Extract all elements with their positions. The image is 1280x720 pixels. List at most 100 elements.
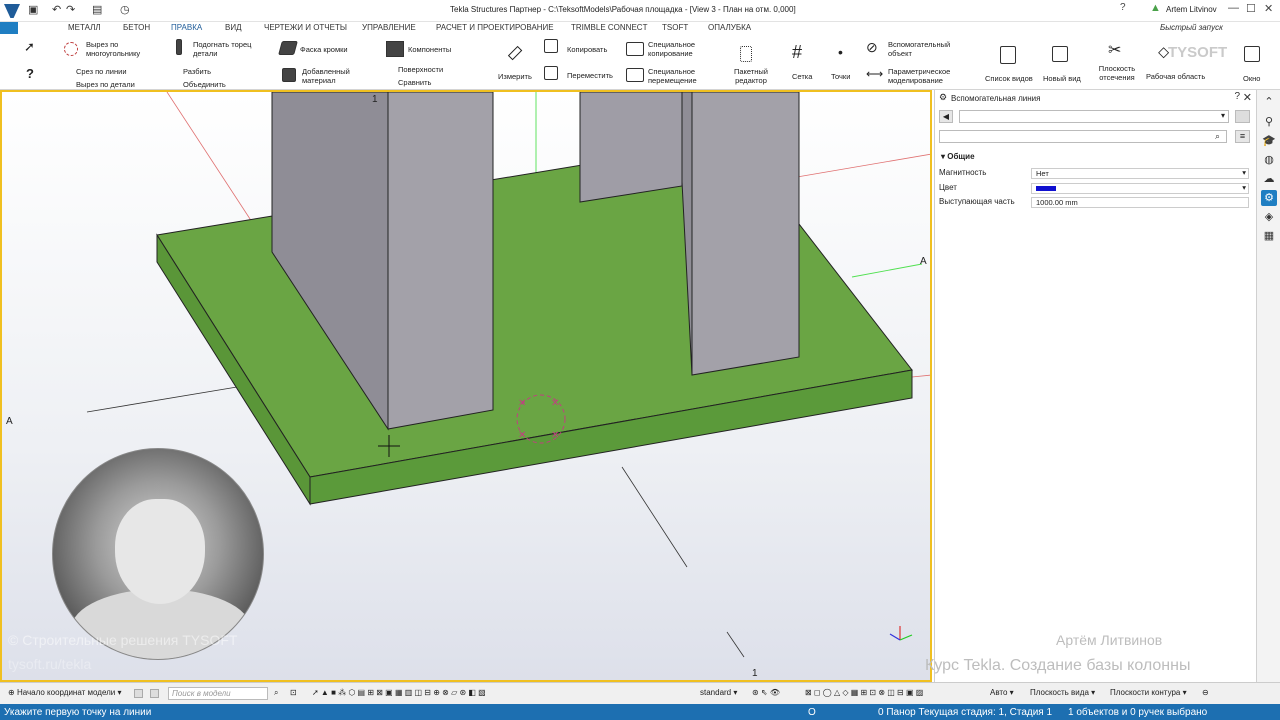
origin-remove-icon[interactable]: [150, 689, 159, 698]
minimize-button[interactable]: —: [1228, 2, 1239, 14]
panel-help-icon[interactable]: ?: [1234, 91, 1240, 102]
origin-add-icon[interactable]: [134, 689, 143, 698]
apps-icon[interactable]: ▦: [1261, 228, 1277, 244]
prop-value-extension[interactable]: 1000.00 mm: [1031, 197, 1249, 208]
select-arrow-icon[interactable]: ➚: [24, 39, 35, 55]
window-button[interactable]: Окно: [1243, 74, 1260, 83]
origin-label: Начало координат модели: [16, 688, 116, 697]
grid-button[interactable]: Сетка: [792, 72, 812, 81]
globe-icon[interactable]: ◍: [1261, 152, 1277, 168]
combine-button[interactable]: Объединить: [183, 80, 226, 89]
status-prompt: Укажите первую точку на линии: [4, 707, 152, 718]
clipboard-icon[interactable]: ▤: [92, 3, 102, 16]
clip-plane-button[interactable]: Плоскость отсечения: [1097, 64, 1137, 82]
restore-button[interactable]: ☐: [1246, 2, 1256, 15]
move-icon: [544, 66, 558, 80]
measure-icon: ▭: [501, 39, 528, 66]
prop-value-magnetism[interactable]: Нет ▾: [1031, 168, 1249, 179]
special-move-button[interactable]: Специальное перемещение: [648, 67, 703, 85]
model-search-input[interactable]: Поиск в модели: [168, 687, 268, 700]
cut-line-button[interactable]: Срез по линии: [76, 67, 127, 76]
menu-edit[interactable]: ПРАВКА: [171, 23, 202, 32]
ribbon: ➚ ? Вырез по многоугольнику Срез по лини…: [0, 34, 1280, 90]
select-tool-icon[interactable]: ➚ ▲ ■ ⁂ ⬡ ▤ ⊞ ⊠ ▣ ▦ ▥ ◫ ⊟ ⊕ ⊗ ▱ ⊛ ◧ ▧: [312, 688, 486, 697]
fit-end-icon: [176, 39, 182, 55]
prop-value-color[interactable]: ▾: [1031, 183, 1249, 194]
section-general[interactable]: ▾ Общие: [941, 152, 975, 161]
help-icon[interactable]: ?: [1120, 2, 1126, 13]
view-plane-dropdown[interactable]: Плоскость вида ▾: [1030, 688, 1095, 697]
contour-plane-dropdown[interactable]: Плоскости контура ▾: [1110, 688, 1187, 697]
zoom-icon[interactable]: ⊡: [290, 688, 297, 697]
add-material-button[interactable]: Добавленный материал: [302, 67, 362, 85]
custom-properties-icon[interactable]: ⚲: [1261, 114, 1277, 130]
snap-tools[interactable]: ⊠ ◻ ◯ △ ◇ ▦ ⊞ ⊡ ⊗ ◫ ⊟ ▣ ▨: [805, 688, 923, 697]
menu-concrete[interactable]: БЕТОН: [123, 23, 150, 32]
special-copy-icon: [626, 42, 644, 56]
snap-icons[interactable]: ⊛ ⇖ 👁: [752, 688, 780, 697]
components-button[interactable]: Компоненты: [408, 45, 451, 54]
filter-dropdown[interactable]: standard ▾: [700, 688, 737, 697]
search-icon[interactable]: ⌕: [1215, 131, 1220, 142]
cut-polygon-button[interactable]: Вырез по многоугольнику: [86, 40, 156, 58]
undo-icon[interactable]: ↶: [52, 3, 61, 16]
tekla-logo-icon[interactable]: [4, 4, 20, 18]
author-watermark: Артём Литвинов: [1056, 632, 1163, 648]
menu-trimble[interactable]: TRIMBLE CONNECT: [571, 23, 647, 32]
move-button[interactable]: Переместить: [567, 71, 613, 80]
menu-tsoft[interactable]: TSOFT: [662, 23, 688, 32]
redo-icon[interactable]: ↷: [66, 3, 75, 16]
panel-back-button[interactable]: ◀: [939, 110, 953, 123]
helper-object-button[interactable]: Вспомогательный объект: [888, 40, 958, 58]
prop-value-magnetism-text: Нет: [1036, 169, 1049, 178]
param-modeling-button[interactable]: Параметрическое моделирование: [888, 67, 958, 85]
chevron-up-icon[interactable]: ⌃: [1261, 94, 1277, 110]
measure-button[interactable]: Измерить: [498, 72, 532, 81]
clock-icon[interactable]: ◷: [120, 3, 130, 16]
company-watermark-url: tysoft.ru/tekla: [8, 656, 92, 672]
panel-close-button[interactable]: ✕: [1243, 91, 1252, 104]
param-modeling-icon: ⟷: [866, 67, 884, 81]
status-bar: Укажите первую точку на линии O 0 Панор …: [0, 704, 1280, 720]
surfaces-button[interactable]: Поверхности: [398, 65, 443, 74]
view-list-button[interactable]: Список видов: [985, 74, 1033, 83]
menu-drawings[interactable]: ЧЕРТЕЖИ И ОТЧЕТЫ: [264, 23, 347, 32]
auto-label: Авто: [990, 688, 1008, 697]
properties-gear-icon[interactable]: ⚙: [1261, 190, 1277, 206]
menu-analysis[interactable]: РАСЧЕТ И ПРОЕКТИРОВАНИЕ: [436, 23, 554, 32]
close-button[interactable]: ✕: [1264, 2, 1273, 15]
menu-formwork[interactable]: ОПАЛУБКА: [708, 23, 751, 32]
visibility-icon[interactable]: ⊖: [1202, 688, 1209, 697]
batch-editor-button[interactable]: Пакетный редактор: [731, 67, 771, 85]
property-search-input[interactable]: [939, 130, 1227, 143]
split-button[interactable]: Разбить: [183, 67, 211, 76]
company-watermark: © Строительные решения TYSOFT: [8, 632, 238, 648]
user-name[interactable]: Artem Litvinov: [1166, 5, 1217, 14]
work-area-button[interactable]: Рабочая область: [1146, 72, 1205, 81]
search-icon[interactable]: ⌕: [274, 688, 278, 698]
save-icon[interactable]: ▣: [28, 3, 38, 16]
panel-menu-button[interactable]: ≡: [1235, 130, 1250, 143]
points-button[interactable]: Точки: [831, 72, 850, 81]
origin-dropdown[interactable]: ⊕ Начало координат модели ▾: [8, 688, 122, 697]
cut-part-button[interactable]: Вырез по детали: [76, 80, 135, 89]
cube-icon[interactable]: ◈: [1261, 209, 1277, 225]
window-icon: [1244, 46, 1260, 62]
save-preset-button[interactable]: [1235, 110, 1250, 123]
menu-view[interactable]: ВИД: [225, 23, 242, 32]
new-view-button[interactable]: Новый вид: [1043, 74, 1081, 83]
preset-dropdown[interactable]: [959, 110, 1229, 123]
compare-button[interactable]: Сравнить: [398, 78, 431, 87]
copy-button[interactable]: Копировать: [567, 45, 607, 54]
fit-end-button[interactable]: Подогнать торец детали: [193, 40, 263, 58]
auto-dropdown[interactable]: Авто ▾: [990, 688, 1014, 697]
special-copy-button[interactable]: Специальное копирование: [648, 40, 703, 58]
tutorial-icon[interactable]: 🎓: [1261, 133, 1277, 149]
side-panel-strip: ⌃ ⚲ 🎓 ◍ ☁ ⚙ ◈ ▦: [1256, 90, 1280, 682]
chamfer-button[interactable]: Фаска кромки: [300, 45, 348, 54]
menu-management[interactable]: УПРАВЛЕНИЕ: [362, 23, 416, 32]
cloud-icon[interactable]: ☁: [1261, 171, 1277, 187]
window-title: Tekla Structures Партнер - C:\TeksoftMod…: [450, 5, 796, 14]
menu-metal[interactable]: МЕТАЛЛ: [68, 23, 101, 32]
query-icon[interactable]: ?: [26, 66, 34, 81]
